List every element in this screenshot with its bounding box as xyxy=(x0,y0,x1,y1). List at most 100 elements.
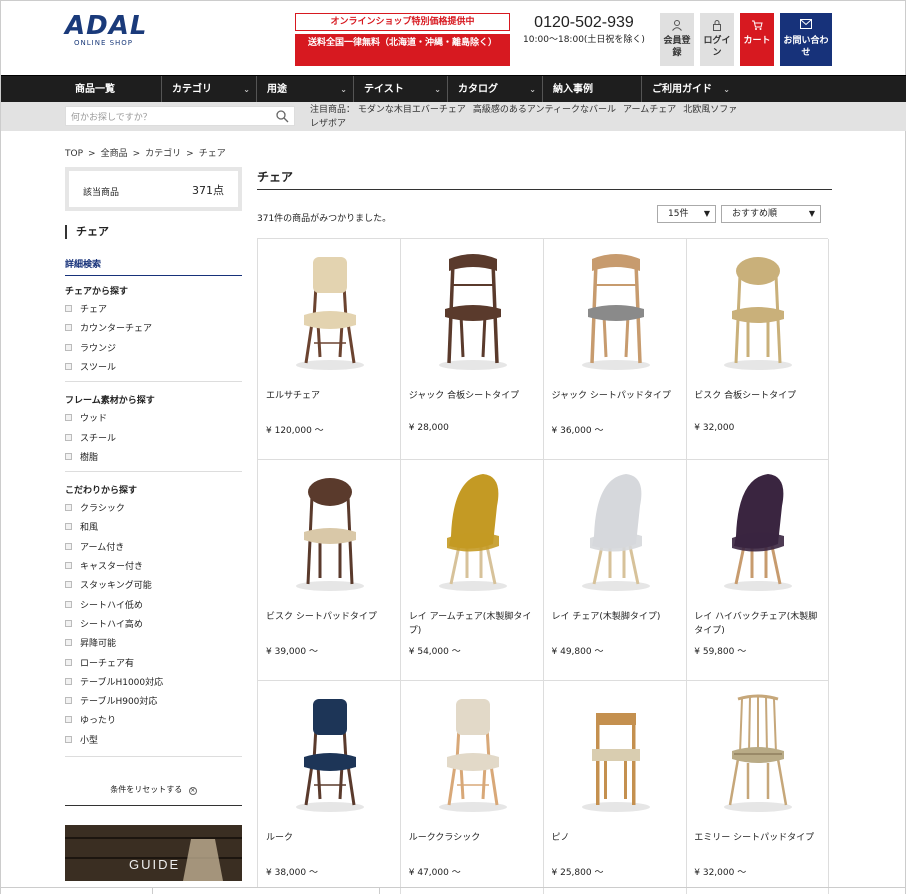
checkbox[interactable] xyxy=(65,362,72,370)
product-image[interactable] xyxy=(566,687,666,813)
product-image[interactable] xyxy=(423,687,523,813)
checkbox[interactable] xyxy=(65,677,72,685)
checkbox[interactable] xyxy=(65,639,72,647)
search-input[interactable]: 何かお探しですか？ xyxy=(65,106,295,126)
filter-option[interactable]: 樹脂 xyxy=(65,452,98,464)
filter-option[interactable]: クラシック xyxy=(65,503,125,515)
product-card[interactable]: ジャック 合板シートタイプ ¥ 28,000 xyxy=(400,239,544,460)
filter-option[interactable]: テーブルH900対応 xyxy=(65,696,157,708)
nav-item[interactable]: 納入事例 xyxy=(542,76,641,103)
filter-option[interactable]: ラウンジ xyxy=(65,343,116,355)
product-image[interactable] xyxy=(566,466,666,592)
site-logo[interactable]: ADAL ONLINE SHOP xyxy=(65,13,146,49)
featured-link[interactable]: アームチェア xyxy=(623,105,676,115)
product-image[interactable] xyxy=(423,245,523,371)
filter-option[interactable]: スチール xyxy=(65,433,116,445)
guide-banner[interactable] xyxy=(65,825,242,881)
product-image[interactable] xyxy=(280,687,380,813)
product-image[interactable] xyxy=(280,245,380,371)
product-name[interactable]: ルーク xyxy=(266,831,394,845)
filter-option[interactable]: スツール xyxy=(65,362,116,374)
filter-option[interactable]: スタッキング可能 xyxy=(65,580,152,592)
breadcrumb-link[interactable]: カテゴリ xyxy=(145,149,181,159)
product-name[interactable]: レイ ハイバックチェア(木製脚タイプ) xyxy=(694,610,822,638)
checkbox[interactable] xyxy=(65,343,72,351)
breadcrumb-link[interactable]: TOP xyxy=(65,149,83,159)
product-name[interactable]: レイ チェア(木製脚タイプ) xyxy=(552,610,680,624)
filter-option[interactable]: テーブルH1000対応 xyxy=(65,677,163,689)
product-card[interactable]: ピノ ¥ 25,800 ～ xyxy=(544,681,687,894)
nav-item[interactable]: ご利用ガイド ⌄ xyxy=(641,76,736,103)
featured-link[interactable]: 高級感のあるアンティークなバール xyxy=(473,105,616,115)
product-card[interactable]: エルサチェア ¥ 120,000 ～ xyxy=(258,239,401,460)
product-card[interactable]: ジャック シートパッドタイプ ¥ 36,000 ～ xyxy=(543,239,687,460)
product-image[interactable] xyxy=(708,687,808,813)
filter-option[interactable]: チェア xyxy=(65,304,107,316)
product-card[interactable]: ビスク 合板シートタイプ ¥ 32,000 xyxy=(686,239,830,460)
nav-item[interactable]: 用途 ⌄ xyxy=(256,76,353,103)
sort-select[interactable]: おすすめ順 ▼ xyxy=(721,205,821,223)
checkbox[interactable] xyxy=(65,504,72,512)
checkbox[interactable] xyxy=(65,619,72,627)
filter-option[interactable]: キャスター付き xyxy=(65,561,143,573)
product-card[interactable]: ルーククラシック ¥ 47,000 ～ xyxy=(401,681,544,894)
filter-option[interactable]: 昇降可能 xyxy=(65,638,116,650)
product-card[interactable]: レイ チェア(木製脚タイプ) ¥ 49,800 ～ xyxy=(543,460,687,681)
filter-option[interactable]: 和風 xyxy=(65,522,98,534)
product-card[interactable]: レイ アームチェア(木製脚タイプ) ¥ 54,000 ～ xyxy=(400,460,544,681)
filter-option[interactable]: シートハイ高め xyxy=(65,619,143,631)
nav-item[interactable]: 商品一覧 xyxy=(65,76,161,103)
phone-number[interactable]: 0120-502-939 xyxy=(521,14,647,32)
product-image[interactable] xyxy=(423,466,523,592)
nav-item[interactable]: カテゴリ ⌄ xyxy=(161,76,256,103)
checkbox[interactable] xyxy=(65,433,72,441)
product-name[interactable]: ジャック 合板シートタイプ xyxy=(409,389,537,403)
filter-option[interactable]: ローチェア有 xyxy=(65,658,134,670)
product-name[interactable]: エミリー シートパッドタイプ xyxy=(694,831,822,845)
per-page-select[interactable]: 15件 ▼ xyxy=(657,205,716,223)
filter-option[interactable]: カウンターチェア xyxy=(65,323,152,335)
checkbox[interactable] xyxy=(65,600,72,608)
reset-filters-button[interactable]: 条件をリセットする × xyxy=(65,784,242,795)
checkbox[interactable] xyxy=(65,581,72,589)
member-register-button[interactable]: 会員登録 xyxy=(660,13,694,66)
checkbox[interactable] xyxy=(65,542,72,550)
filter-option[interactable]: ゆったり xyxy=(65,715,116,727)
checkbox[interactable] xyxy=(65,735,72,743)
product-name[interactable]: ビスク 合板シートタイプ xyxy=(694,389,822,403)
filter-option[interactable]: アーム付き xyxy=(65,542,124,554)
product-card[interactable]: ルーク ¥ 38,000 ～ xyxy=(258,681,401,894)
nav-item[interactable]: カタログ ⌄ xyxy=(447,76,542,103)
product-image[interactable] xyxy=(708,466,808,592)
checkbox[interactable] xyxy=(65,452,72,460)
checkbox[interactable] xyxy=(65,414,72,422)
filter-option[interactable]: ウッド xyxy=(65,413,107,425)
breadcrumb-link[interactable]: 全商品 xyxy=(101,149,128,159)
nav-item[interactable]: テイスト ⌄ xyxy=(353,76,447,103)
featured-link[interactable]: モダンな木目エバーチェア xyxy=(358,105,466,115)
product-name[interactable]: エルサチェア xyxy=(266,389,394,403)
advanced-search-heading[interactable]: 詳細検索 xyxy=(65,257,242,276)
product-name[interactable]: ビスク シートパッドタイプ xyxy=(266,610,394,624)
checkbox[interactable] xyxy=(65,697,72,705)
filter-option[interactable]: 小型 xyxy=(65,735,98,747)
checkbox[interactable] xyxy=(65,305,72,312)
product-name[interactable]: ピノ xyxy=(552,831,680,845)
filter-option[interactable]: シートハイ低め xyxy=(65,600,143,612)
product-card[interactable]: エミリー シートパッドタイプ ¥ 32,000 ～ xyxy=(686,681,830,894)
checkbox[interactable] xyxy=(65,658,72,666)
product-name[interactable]: レイ アームチェア(木製脚タイプ) xyxy=(409,610,537,638)
product-image[interactable] xyxy=(566,245,666,371)
checkbox[interactable] xyxy=(65,562,72,569)
product-card[interactable]: ビスク シートパッドタイプ ¥ 39,000 ～ xyxy=(258,460,401,681)
product-card[interactable]: レイ ハイバックチェア(木製脚タイプ) ¥ 59,800 ～ xyxy=(686,460,830,681)
checkbox[interactable] xyxy=(65,324,72,332)
cart-button[interactable]: カート xyxy=(740,13,774,66)
product-name[interactable]: ルーククラシック xyxy=(409,831,537,845)
checkbox[interactable] xyxy=(65,716,72,724)
product-name[interactable]: ジャック シートパッドタイプ xyxy=(552,389,680,403)
checkbox[interactable] xyxy=(65,523,72,531)
product-image[interactable] xyxy=(280,466,380,592)
contact-button[interactable]: お問い合わせ xyxy=(780,13,832,66)
search-icon[interactable] xyxy=(275,108,289,123)
